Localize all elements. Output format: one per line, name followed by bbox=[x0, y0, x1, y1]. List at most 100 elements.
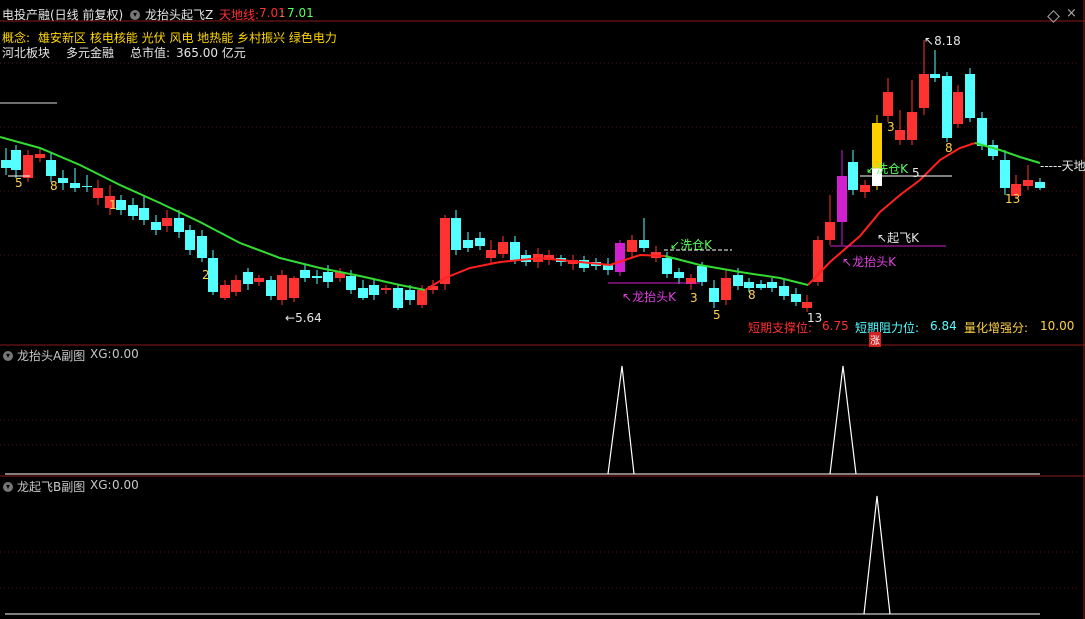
stock-title[interactable]: 电投产融(日线 前复权) bbox=[2, 6, 123, 23]
longtaitou-annotation-2: ↖龙抬头K bbox=[842, 255, 896, 269]
resist-label: 短期阻力位: bbox=[855, 321, 920, 335]
low-price-label: ←5.64 bbox=[285, 311, 322, 325]
candle-body bbox=[756, 284, 766, 288]
qifei-text: 起飞K bbox=[887, 231, 919, 245]
candle-body bbox=[1035, 182, 1045, 188]
count-label: 8 bbox=[748, 288, 756, 302]
candle-body bbox=[860, 185, 870, 192]
close-icon[interactable]: × bbox=[1066, 6, 1077, 21]
low-price-value: 5.64 bbox=[295, 311, 322, 325]
subB-dropdown-icon[interactable]: ▾ bbox=[3, 479, 13, 493]
candle-body bbox=[639, 240, 649, 248]
chart-canvas[interactable] bbox=[0, 0, 1085, 619]
candle-body bbox=[151, 222, 161, 230]
candle-body bbox=[23, 155, 33, 178]
candle-body bbox=[767, 282, 777, 288]
candle-body bbox=[128, 205, 138, 216]
subB-signal-lines bbox=[5, 495, 1040, 615]
candle-body bbox=[919, 74, 929, 108]
candle-body bbox=[312, 276, 322, 278]
candle-body bbox=[709, 288, 719, 302]
candle-body bbox=[393, 288, 403, 308]
subB-spike bbox=[863, 495, 891, 615]
count-label: 3 bbox=[887, 120, 895, 134]
subA-dropdown-icon[interactable]: ▾ bbox=[3, 348, 13, 362]
candle-body bbox=[733, 275, 743, 286]
mcap-label: 总市值: bbox=[130, 46, 171, 60]
count-label: 8 bbox=[50, 179, 58, 193]
support-value: 6.75 bbox=[822, 319, 849, 333]
candle-body bbox=[475, 238, 485, 246]
region-board: 河北板块 bbox=[2, 46, 51, 60]
candle-body bbox=[231, 280, 241, 292]
xicang-text-1: 洗仓K bbox=[680, 238, 712, 252]
candle-body bbox=[907, 112, 917, 140]
subB-title[interactable]: 龙起飞B副图 bbox=[17, 478, 85, 495]
candle-body bbox=[930, 74, 940, 78]
count-label: 13 bbox=[807, 311, 823, 325]
candle-body bbox=[977, 118, 987, 146]
candle-body bbox=[451, 218, 461, 250]
subA-xg-value: 0.00 bbox=[112, 347, 139, 361]
count-label: 5 bbox=[15, 176, 23, 190]
candle-body bbox=[346, 276, 356, 290]
high-price-value: 8.18 bbox=[934, 34, 961, 48]
candle-body bbox=[369, 285, 379, 295]
candle-body bbox=[197, 236, 207, 258]
count-label: 8 bbox=[945, 141, 953, 155]
mcap-value: 365.00 亿元 bbox=[176, 46, 246, 60]
candle-body bbox=[674, 272, 684, 278]
count-label: 5 bbox=[713, 308, 721, 322]
tiandi-right-label: -----天地 bbox=[1040, 159, 1085, 173]
candle-body bbox=[1000, 160, 1010, 188]
count-label: 3 bbox=[690, 291, 698, 305]
qifei-annotation: ↖起飞K bbox=[877, 231, 919, 245]
industry-board: 多元金融 bbox=[66, 46, 115, 60]
subA-title[interactable]: 龙抬头A副图 bbox=[17, 347, 85, 364]
tiandi-right-text: 天地 bbox=[1061, 159, 1085, 173]
strength-label: 量化增强分: bbox=[964, 321, 1029, 335]
candle-body bbox=[953, 92, 963, 124]
candle-body bbox=[162, 218, 172, 226]
candle-body bbox=[510, 242, 520, 260]
candle-body bbox=[627, 240, 637, 252]
candle-body bbox=[615, 243, 625, 272]
support-label: 短期支撑位: bbox=[748, 321, 813, 335]
subB-xg-value: 0.00 bbox=[112, 478, 139, 492]
candle-body bbox=[721, 278, 731, 300]
candle-body bbox=[139, 208, 149, 220]
indicator-name[interactable]: 龙抬头起飞Z bbox=[145, 6, 213, 23]
candle-body bbox=[405, 290, 415, 300]
candle-body bbox=[779, 286, 789, 296]
candle-body bbox=[70, 183, 80, 188]
candle-body bbox=[942, 76, 952, 138]
tiandi-label: 天地线: bbox=[219, 8, 260, 22]
subB-xg-label: XG: bbox=[90, 478, 112, 492]
tiandi-value2: 7.01 bbox=[287, 6, 314, 20]
candle-body bbox=[358, 288, 368, 298]
candle-body bbox=[82, 186, 92, 187]
longtaitou-text-2: 龙抬头K bbox=[852, 255, 896, 269]
candle-body bbox=[116, 200, 126, 210]
candle-body bbox=[417, 290, 427, 305]
candle-body bbox=[11, 150, 21, 170]
zhang-badge: 涨 bbox=[869, 332, 881, 347]
candle-body bbox=[440, 218, 450, 284]
candle-body bbox=[46, 160, 56, 176]
candle-body bbox=[323, 272, 333, 282]
candle-body bbox=[463, 240, 473, 248]
indicator-dropdown-icon[interactable]: ▾ bbox=[130, 7, 140, 21]
candle-body bbox=[498, 242, 508, 254]
high-price-label: ↖8.18 bbox=[924, 34, 961, 48]
xicang-annotation-1: ↙洗仓K bbox=[670, 238, 712, 252]
candle-body bbox=[381, 288, 391, 290]
candle-body bbox=[883, 92, 893, 116]
xicang-annotation-2: ↙洗仓K bbox=[866, 162, 908, 176]
candle-body bbox=[965, 74, 975, 118]
candle-body bbox=[243, 272, 253, 284]
candle-body bbox=[277, 275, 287, 300]
candle-body bbox=[93, 188, 103, 198]
candle-body bbox=[1, 160, 11, 168]
candle-body bbox=[825, 222, 835, 240]
count-label: 5 bbox=[912, 166, 920, 180]
